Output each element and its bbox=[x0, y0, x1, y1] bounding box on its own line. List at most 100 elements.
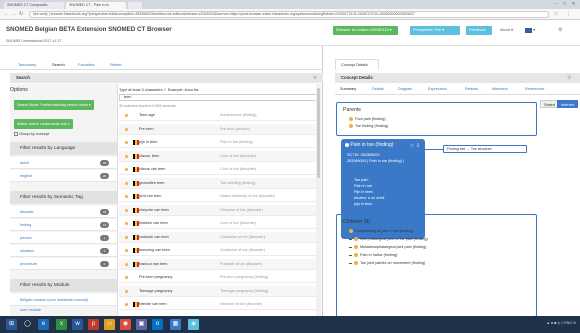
maximize-button[interactable]: □ bbox=[561, 1, 568, 7]
tab-refsets[interactable]: Refsets bbox=[465, 87, 478, 91]
language-filter-item[interactable]: dutch 20 bbox=[10, 157, 117, 169]
child-concept[interactable]: Complaining of pain in toe (finding) bbox=[349, 229, 414, 233]
child-concept[interactable]: Pain in hallux (finding) bbox=[349, 253, 397, 257]
chrome-icon[interactable]: ◉ bbox=[120, 319, 131, 330]
minimize-button[interactable]: – bbox=[552, 1, 559, 7]
tab-expression[interactable]: Expression bbox=[428, 87, 447, 91]
parent-concept[interactable]: Foot pain (finding) bbox=[349, 117, 386, 121]
result-row[interactable]: Teen-age Adolescence (finding) bbox=[119, 110, 321, 121]
excel-icon[interactable]: x bbox=[56, 319, 67, 330]
outlook-icon[interactable]: o bbox=[152, 319, 163, 330]
cortana-search-icon[interactable]: ◯ bbox=[22, 319, 33, 330]
ie-icon[interactable]: e bbox=[38, 319, 49, 330]
tab-search[interactable]: Search bbox=[52, 62, 65, 67]
children-title: Children (8) bbox=[343, 219, 371, 225]
perspective-dropdown[interactable]: Perspective: Full ▾ bbox=[410, 26, 460, 35]
tab-summary[interactable]: Summary bbox=[340, 87, 356, 91]
child-concept[interactable]: Metatarsophalangeal joint pain (finding) bbox=[349, 245, 427, 249]
tab-members[interactable]: Members bbox=[492, 87, 508, 91]
result-row[interactable]: clavus van teen Corn of toe (disorder) bbox=[119, 164, 321, 175]
explorer-icon[interactable]: ▭ bbox=[104, 319, 115, 330]
browser-tab-1[interactable]: SNOMED CT Compositio bbox=[4, 2, 64, 9]
child-concept[interactable]: Interphalangeal joint of toe pain (findi… bbox=[349, 237, 428, 241]
language-flag-dropdown[interactable]: ▾ bbox=[522, 26, 538, 35]
reload-icon[interactable]: ↻ bbox=[19, 11, 23, 17]
language-filter-header: Filter results by Language bbox=[10, 142, 117, 155]
app-icon[interactable]: ▦ bbox=[170, 319, 181, 330]
close-window-button[interactable]: ✕ bbox=[570, 1, 577, 7]
tab-diagram[interactable]: Diagram bbox=[398, 87, 412, 91]
back-icon[interactable]: ← bbox=[4, 11, 9, 17]
group-by-concept-checkbox[interactable]: Group by concept bbox=[14, 132, 49, 136]
filter-label: person bbox=[20, 236, 32, 240]
results-scrollbar[interactable] bbox=[316, 84, 321, 316]
new-tab-button[interactable] bbox=[128, 2, 142, 9]
result-row[interactable]: cheyche van teen Cheyche of toe (disorder… bbox=[119, 204, 321, 216]
child-concept[interactable]: Toe joint painful on movement (finding) bbox=[349, 261, 425, 265]
result-row[interactable]: Pre-teen pregnancy Pre-teen pregnancy (fi… bbox=[119, 272, 321, 283]
parent-concept[interactable]: Toe finding (finding) bbox=[349, 124, 388, 128]
concept-details-header: Concept Details bbox=[335, 73, 580, 83]
concept-dot-icon bbox=[354, 245, 358, 249]
result-row[interactable]: infectie van teen Infection of toe (disor… bbox=[119, 299, 321, 310]
concept-dot-icon bbox=[354, 261, 358, 265]
result-row[interactable]: pijn in teen Pain in toe (finding) bbox=[119, 137, 321, 148]
result-fsn: Toe swelling (finding) bbox=[220, 180, 256, 185]
app-icon[interactable]: ◈ bbox=[188, 319, 199, 330]
tab-favorites[interactable]: Favorites bbox=[78, 62, 94, 67]
result-row[interactable]: jicht van teen Hallux deformity of toe (d… bbox=[119, 191, 321, 202]
powerpoint-icon[interactable]: p bbox=[88, 319, 99, 330]
synonym: Pain in toe bbox=[354, 184, 372, 188]
semantic-filter-item[interactable]: situation 1 bbox=[10, 245, 117, 257]
tab-taxonomy[interactable]: Taxonomy bbox=[18, 62, 36, 67]
windows-start-icon[interactable]: ⊞ bbox=[6, 319, 17, 330]
language-filter-item[interactable]: english 20 bbox=[10, 170, 117, 182]
panel-settings-icon[interactable]: ⚙ bbox=[567, 75, 571, 81]
inferred-toggle[interactable]: Inferred bbox=[557, 100, 579, 108]
semantic-filter-item[interactable]: procedure 1 bbox=[10, 258, 117, 270]
result-row[interactable]: gezwollen teen Toe swelling (finding) bbox=[119, 177, 321, 189]
result-term: gezwollen teen bbox=[139, 180, 165, 185]
tab-concept-details[interactable]: Concept Details bbox=[335, 59, 379, 70]
result-row[interactable]: Teenage pregnancy Teenage pregnancy (find… bbox=[119, 285, 321, 297]
semantic-filter-item[interactable]: person 1 bbox=[10, 232, 117, 244]
result-term: kneuzing van teen bbox=[139, 248, 170, 252]
result-row[interactable]: fractuur van teen Fracture of toe (disord… bbox=[119, 258, 321, 270]
search-input[interactable]: teen bbox=[119, 94, 319, 101]
module-filter-item[interactable]: core module bbox=[20, 308, 41, 312]
tab-refset[interactable]: Refset bbox=[110, 62, 122, 67]
release-dropdown[interactable]: Release: be-edition v20180315 ▾ bbox=[333, 26, 398, 35]
url-input[interactable]: Not verify | browser.ihtsdotools.org/?pe… bbox=[29, 11, 549, 18]
parents-box: Parents Foot pain (finding) Toe finding … bbox=[336, 102, 537, 136]
result-row[interactable]: blokken van teen Corn of toe (disorder) bbox=[119, 218, 321, 229]
result-row[interactable]: Pre-teen Pre-teen (person) bbox=[119, 123, 321, 135]
teams-icon[interactable]: ▣ bbox=[136, 319, 147, 330]
browser-tab-2[interactable]: SNOMED CT - Pain in to bbox=[66, 2, 126, 9]
menu-icon[interactable]: ⋮ bbox=[566, 11, 571, 17]
system-tray[interactable]: ▲ ◘ ◙ ◎ ◊ ENG ✉ bbox=[546, 321, 576, 325]
search-mode-dropdown[interactable]: Search Mode: Partial matching search mod… bbox=[14, 100, 94, 110]
focus-sctid: SCTID: 283369003 bbox=[347, 153, 380, 157]
panel-close-icon[interactable]: ⊗ bbox=[313, 75, 317, 81]
favorite-star-icon[interactable]: ☆ ⇩ bbox=[410, 143, 420, 149]
word-icon[interactable]: w bbox=[72, 319, 83, 330]
attribute-relationship[interactable]: Finding site → Toe structure bbox=[443, 145, 527, 153]
semantic-filter-item[interactable]: disorder 23 bbox=[10, 206, 117, 218]
module-filter-item[interactable]: Belgian module (core metadata concept) bbox=[10, 294, 117, 306]
semantic-filter-item[interactable]: finding 13 bbox=[10, 219, 117, 231]
tab-details[interactable]: Details bbox=[372, 87, 384, 91]
forward-icon[interactable]: → bbox=[11, 11, 16, 17]
feedback-button[interactable]: Feedback bbox=[466, 26, 492, 35]
result-row[interactable]: contusie van teen Contusion of toe (disor… bbox=[119, 231, 321, 243]
settings-gear-icon[interactable]: ⚙ bbox=[555, 26, 565, 35]
result-row[interactable]: clavus, teen Corn of toe (disorder) bbox=[119, 150, 321, 162]
bookmark-star-icon[interactable]: ☆ bbox=[554, 11, 558, 17]
result-fsn: Cheyche of toe (disorder) bbox=[220, 207, 263, 212]
about-dropdown[interactable]: About ▾ bbox=[497, 26, 516, 35]
result-term: infectie van teen bbox=[139, 302, 167, 306]
status-dropdown[interactable]: Status: Active components only ▾ bbox=[14, 119, 73, 129]
result-row[interactable]: kneuzing van teen Contusion of toe (disor… bbox=[119, 245, 321, 256]
tab-references[interactable]: References bbox=[525, 87, 544, 91]
result-fsn: Pre-teen pregnancy (finding) bbox=[220, 275, 269, 279]
scroll-thumb[interactable] bbox=[317, 88, 320, 178]
